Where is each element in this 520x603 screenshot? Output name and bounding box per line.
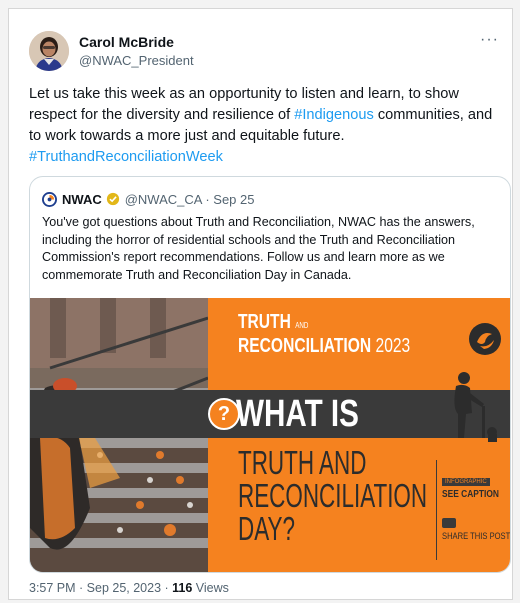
share-post-label: SHARE THIS POST bbox=[442, 531, 511, 542]
tweet-footer: 3:57 PM · Sep 25, 2023 · 116 Views bbox=[29, 581, 229, 595]
big-line-1: TRUTH AND bbox=[238, 444, 367, 481]
quoted-tweet-image[interactable]: TRUTH AND RECONCILIATION 2023 ? WHAT IS bbox=[30, 298, 511, 572]
truth-reconciliation-day-text: TRUTH AND RECONCILIATION DAY? bbox=[238, 446, 427, 545]
child-silhouette-icon bbox=[454, 372, 497, 442]
quoted-tweet-text: You've got questions about Truth and Rec… bbox=[42, 215, 475, 282]
quoted-tweet-header: NWAC @NWAC_CA · Sep 25 bbox=[42, 190, 254, 208]
quoted-tweet[interactable]: NWAC @NWAC_CA · Sep 25 You've got questi… bbox=[29, 176, 511, 573]
quoted-author-name[interactable]: NWAC bbox=[62, 192, 102, 207]
big-line-2: RECONCILIATION bbox=[238, 477, 428, 514]
infographic-panel: TRUTH AND RECONCILIATION 2023 ? WHAT IS bbox=[30, 298, 511, 572]
verified-badge-icon bbox=[106, 192, 119, 206]
more-options-icon[interactable]: ··· bbox=[480, 31, 499, 49]
author-handle[interactable]: @NWAC_President bbox=[79, 53, 194, 68]
title-year: 2023 bbox=[375, 335, 411, 357]
nwac-logo-icon bbox=[42, 191, 57, 207]
views-label: Views bbox=[192, 581, 229, 595]
see-caption-label: SEE CAPTION bbox=[442, 488, 499, 500]
hashtag-truth-reconciliation-week[interactable]: #TruthandReconciliationWeek bbox=[29, 149, 223, 165]
title-truth: TRUTH bbox=[238, 311, 291, 333]
big-line-3: DAY? bbox=[238, 510, 295, 547]
quoted-handle-date[interactable]: @NWAC_CA · Sep 25 bbox=[125, 192, 255, 207]
tweet-body: Let us take this week as an opportunity … bbox=[29, 84, 507, 168]
emblem-icon bbox=[469, 323, 501, 355]
tweet-card[interactable]: Carol McBride @NWAC_President ··· Let us… bbox=[8, 8, 513, 600]
tweet-header: Carol McBride @NWAC_President ··· bbox=[29, 31, 499, 75]
truth-reconciliation-title: TRUTH AND RECONCILIATION 2023 bbox=[238, 312, 410, 357]
author-name[interactable]: Carol McBride bbox=[79, 34, 174, 50]
tweet-timestamp[interactable]: 3:57 PM · Sep 25, 2023 · bbox=[29, 581, 172, 595]
hashtag-indigenous[interactable]: #Indigenous bbox=[294, 107, 374, 123]
title-and: AND bbox=[295, 321, 309, 330]
avatar[interactable] bbox=[29, 31, 69, 71]
infographic-tag: INFOGRAPHIC bbox=[442, 478, 490, 486]
title-reconciliation: RECONCILIATION bbox=[238, 335, 372, 357]
what-is-heading: WHAT IS bbox=[236, 393, 359, 435]
views-count: 116 bbox=[172, 581, 193, 595]
caption-share-block: INFOGRAPHIC SEE CAPTION SHARE THIS POST bbox=[442, 470, 511, 542]
divider bbox=[436, 460, 437, 560]
share-icon bbox=[442, 518, 456, 528]
